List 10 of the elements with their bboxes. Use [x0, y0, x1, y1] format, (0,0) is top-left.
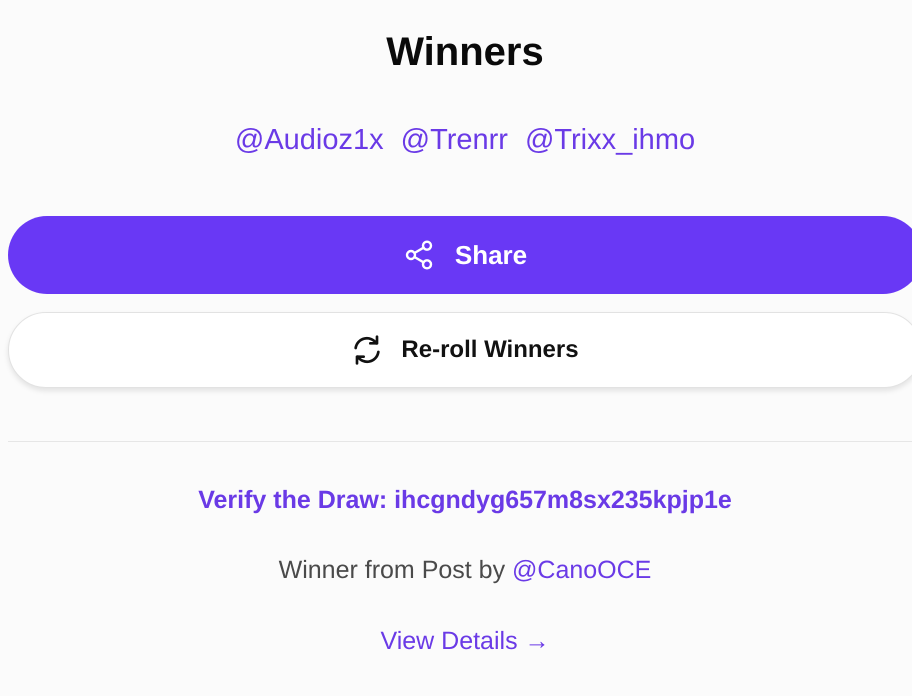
winner-link[interactable]: @Audioz1x: [234, 122, 384, 158]
reroll-button[interactable]: Re-roll Winners: [8, 312, 912, 388]
verify-link[interactable]: Verify the Draw: ihcgndyg657m8sx235kpjp1e: [198, 484, 732, 516]
winner-link[interactable]: @Trenrr: [400, 122, 508, 158]
winner-link[interactable]: @Trixx_ihmo: [524, 122, 696, 158]
source-line: Winner from Post by @CanoOCE: [278, 555, 652, 586]
share-button[interactable]: Share: [8, 216, 912, 294]
author-link[interactable]: @CanoOCE: [512, 556, 652, 584]
page-title: Winners: [386, 29, 544, 76]
view-details-link[interactable]: View Details →: [380, 625, 550, 657]
